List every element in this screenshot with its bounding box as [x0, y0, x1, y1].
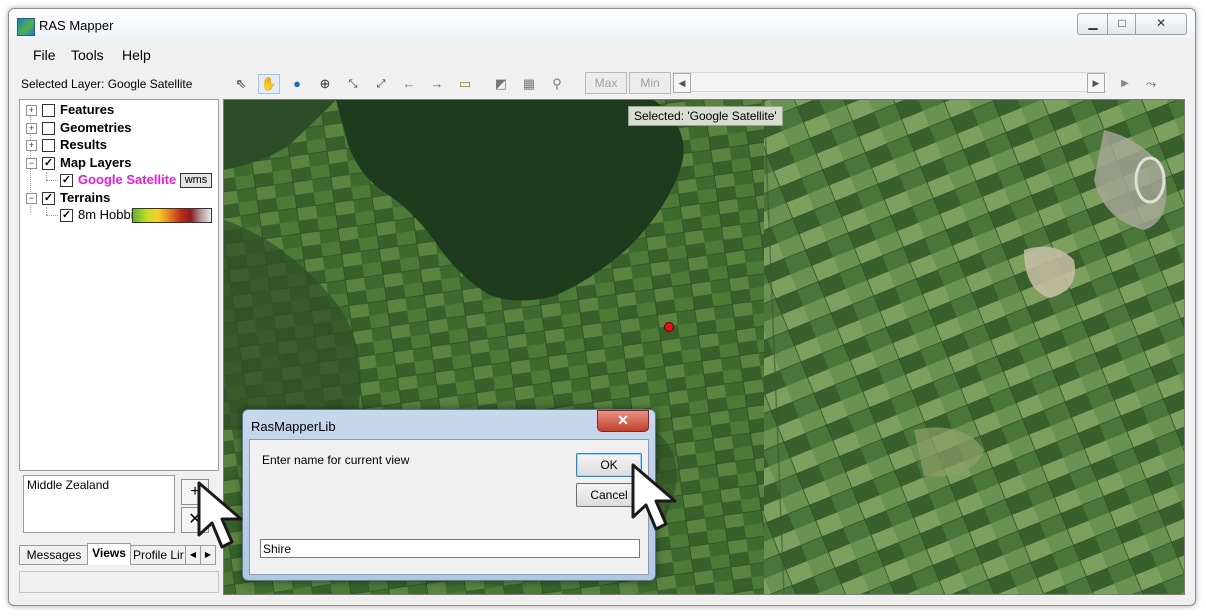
minimize-button[interactable]: ▁ [1077, 13, 1109, 35]
tree-item-terrain[interactable]: ✓ 8m Hobbit [20, 207, 218, 223]
terrain-label: 8m Hobbit [78, 207, 134, 222]
dialog-close-button[interactable]: ✕ [597, 410, 649, 432]
results-checkbox[interactable] [42, 139, 55, 152]
features-label: Features [60, 102, 115, 117]
ras-mapper-app-icon [17, 18, 35, 36]
terrains-label: Terrains [60, 190, 111, 205]
terrain-checkbox[interactable]: ✓ [60, 209, 73, 222]
view-name-input[interactable] [260, 539, 640, 558]
selected-layer-label: Selected Layer: Google Satellite [21, 77, 193, 91]
pointer-cursor-icon [197, 481, 243, 549]
google-satellite-checkbox[interactable]: ✓ [60, 174, 73, 187]
google-satellite-label: Google Satellite [78, 172, 177, 187]
collapse-minus-icon[interactable]: − [26, 158, 37, 169]
dialog-body: Enter name for current view OK Cancel [249, 439, 649, 575]
max-button[interactable]: Max [585, 72, 627, 94]
name-view-dialog: RasMapperLib ✕ Enter name for current vi… [242, 409, 656, 581]
selected-layer-tooltip: Selected: 'Google Satellite' [628, 106, 783, 126]
menu-help[interactable]: Help [122, 47, 151, 63]
min-button[interactable]: Min [629, 72, 671, 94]
collapse-minus-icon[interactable]: − [26, 193, 37, 204]
map-layers-label: Map Layers [60, 155, 132, 170]
globe-icon[interactable]: ● [287, 75, 307, 93]
pointer-select-icon[interactable]: ⇖ [231, 75, 251, 93]
title-bar: RAS Mapper ▁ □ ✕ [9, 9, 1195, 41]
menu-file[interactable]: File [33, 47, 56, 63]
menu-bar: File Tools Help [9, 45, 1195, 67]
ras-mapper-window: RAS Mapper ▁ □ ✕ File Tools Help Selecte… [8, 8, 1196, 606]
maximize-button[interactable]: □ [1107, 13, 1137, 35]
pin-tool-icon[interactable]: ⚲ [547, 75, 567, 93]
full-extent-icon[interactable]: ⤢ [371, 75, 391, 93]
layer-tree-panel: + Features + Geometries + Results − ✓ Ma… [19, 99, 219, 471]
features-checkbox[interactable] [42, 104, 55, 117]
terrains-checkbox[interactable]: ✓ [42, 192, 55, 205]
pan-hand-icon[interactable]: ✋ [258, 74, 280, 94]
dialog-prompt: Enter name for current view [262, 453, 410, 467]
tab-profile-lines[interactable]: Profile Lir [130, 545, 186, 565]
raster-icon[interactable]: ▦ [519, 75, 539, 93]
toolbar: Selected Layer: Google Satellite ⇖ ✋ ● ⊕… [9, 71, 1195, 97]
tab-views[interactable]: Views [87, 543, 131, 565]
measure-ruler-icon[interactable]: ▭ [455, 75, 475, 93]
map-layers-checkbox[interactable]: ✓ [42, 157, 55, 170]
zoom-in-icon[interactable]: ⊕ [315, 75, 335, 93]
panel-tabs: Messages Views Profile Lir ◀ ▶ [19, 543, 217, 565]
close-window-button[interactable]: ✕ [1135, 13, 1187, 35]
expand-plus-icon[interactable]: + [26, 123, 37, 134]
slider-right-arrow-icon[interactable]: ▶ [1087, 73, 1105, 93]
menu-tools[interactable]: Tools [71, 47, 104, 63]
views-list[interactable]: Middle Zealand [23, 475, 175, 533]
geometries-checkbox[interactable] [42, 122, 55, 135]
wms-badge: wms [180, 173, 212, 188]
window-title: RAS Mapper [39, 18, 114, 33]
expand-plus-icon[interactable]: + [26, 105, 37, 116]
dialog-title: RasMapperLib [251, 419, 336, 434]
forward-arrow-icon[interactable]: → [427, 75, 447, 93]
terrain-color-legend [132, 208, 212, 223]
profile-icon[interactable]: ◩ [491, 75, 511, 93]
view-item-middle-zealand[interactable]: Middle Zealand [27, 478, 109, 492]
time-slider[interactable]: ◀ ▶ [673, 72, 1107, 93]
back-arrow-icon[interactable]: ← [399, 75, 419, 93]
tree-item-google-satellite[interactable]: ✓ Google Satellite wms [20, 172, 218, 188]
geometries-label: Geometries [60, 120, 132, 135]
zoom-extents-icon[interactable]: ⤡ [343, 75, 363, 93]
tab-messages[interactable]: Messages [19, 545, 89, 565]
status-bar [19, 571, 219, 593]
animate-icon[interactable]: ⤳ [1141, 75, 1161, 93]
pointer-cursor-icon [631, 463, 677, 531]
slider-left-arrow-icon[interactable]: ◀ [673, 73, 691, 93]
expand-plus-icon[interactable]: + [26, 140, 37, 151]
play-icon[interactable]: ▶ [1115, 75, 1135, 93]
results-label: Results [60, 137, 107, 152]
